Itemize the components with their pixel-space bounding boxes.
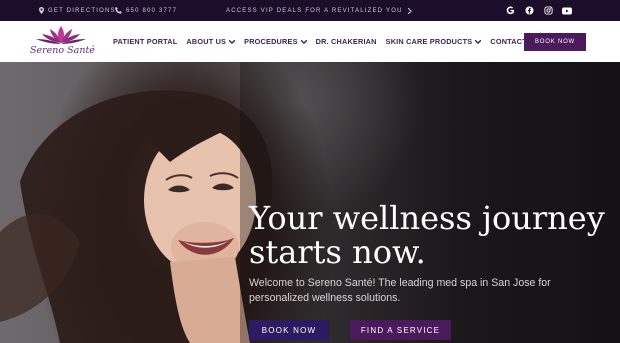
lotus-icon <box>36 26 86 44</box>
vip-deals-label: ACCESS VIP DEALS FOR A REVITALIZED YOU <box>226 7 403 14</box>
facebook-icon[interactable] <box>524 6 534 16</box>
nav-label: ABOUT US <box>186 37 227 46</box>
nav-label: PATIENT PORTAL <box>113 37 178 46</box>
logo[interactable]: Sereno Santé <box>30 24 95 60</box>
get-directions-link[interactable]: GET DIRECTIONS <box>39 0 116 21</box>
chevron-down-icon <box>229 39 236 44</box>
hero-subtitle: Welcome to Sereno Santé! The leading med… <box>249 277 551 304</box>
find-a-service-button[interactable]: FIND A SERVICE <box>350 320 451 340</box>
phone-icon <box>115 7 122 14</box>
top-bar: GET DIRECTIONS 650 800 3777 ACCESS VIP D… <box>0 0 620 21</box>
nav-label: DR. CHAKERIAN <box>315 37 377 46</box>
map-pin-icon <box>39 7 44 14</box>
get-directions-label: GET DIRECTIONS <box>48 7 116 14</box>
chevron-right-icon <box>407 7 412 14</box>
google-icon[interactable] <box>505 6 515 16</box>
nav-label: CONTACT <box>490 37 527 46</box>
logo-text: Sereno Santé <box>30 45 95 56</box>
nav-skin-care-products[interactable]: SKIN CARE PRODUCTS <box>386 37 482 46</box>
nav-label: PROCEDURES <box>244 37 298 46</box>
site-header: Sereno Santé PATIENT PORTAL ABOUT US PRO… <box>0 21 620 62</box>
main-nav: PATIENT PORTAL ABOUT US PROCEDURES DR. C… <box>113 21 536 62</box>
hero-title-line-1: Your wellness journey <box>249 199 605 237</box>
nav-label: SKIN CARE PRODUCTS <box>385 37 473 46</box>
nav-contact[interactable]: CONTACT <box>490 37 527 46</box>
hero-title: Your wellness journey starts now. <box>249 201 609 269</box>
instagram-icon[interactable] <box>543 6 553 16</box>
chevron-down-icon <box>475 39 482 44</box>
nav-procedures[interactable]: PROCEDURES <box>244 37 307 46</box>
vip-deals-link[interactable]: ACCESS VIP DEALS FOR A REVITALIZED YOU <box>226 0 412 21</box>
hero-section: Your wellness journey starts now. Welcom… <box>0 62 620 343</box>
youtube-icon[interactable] <box>562 6 572 16</box>
phone-link[interactable]: 650 800 3777 <box>115 0 177 21</box>
nav-patient-portal[interactable]: PATIENT PORTAL <box>113 37 177 46</box>
phone-number: 650 800 3777 <box>126 7 178 14</box>
social-links <box>505 0 572 21</box>
hero-title-line-2: starts now. <box>249 233 426 271</box>
nav-about-us[interactable]: ABOUT US <box>186 37 236 46</box>
header-book-now-button[interactable]: BOOK NOW <box>524 33 586 51</box>
nav-dr-chakerian[interactable]: DR. CHAKERIAN <box>316 37 377 46</box>
hero-book-now-button[interactable]: BOOK NOW <box>249 320 329 340</box>
chevron-down-icon <box>300 39 307 44</box>
